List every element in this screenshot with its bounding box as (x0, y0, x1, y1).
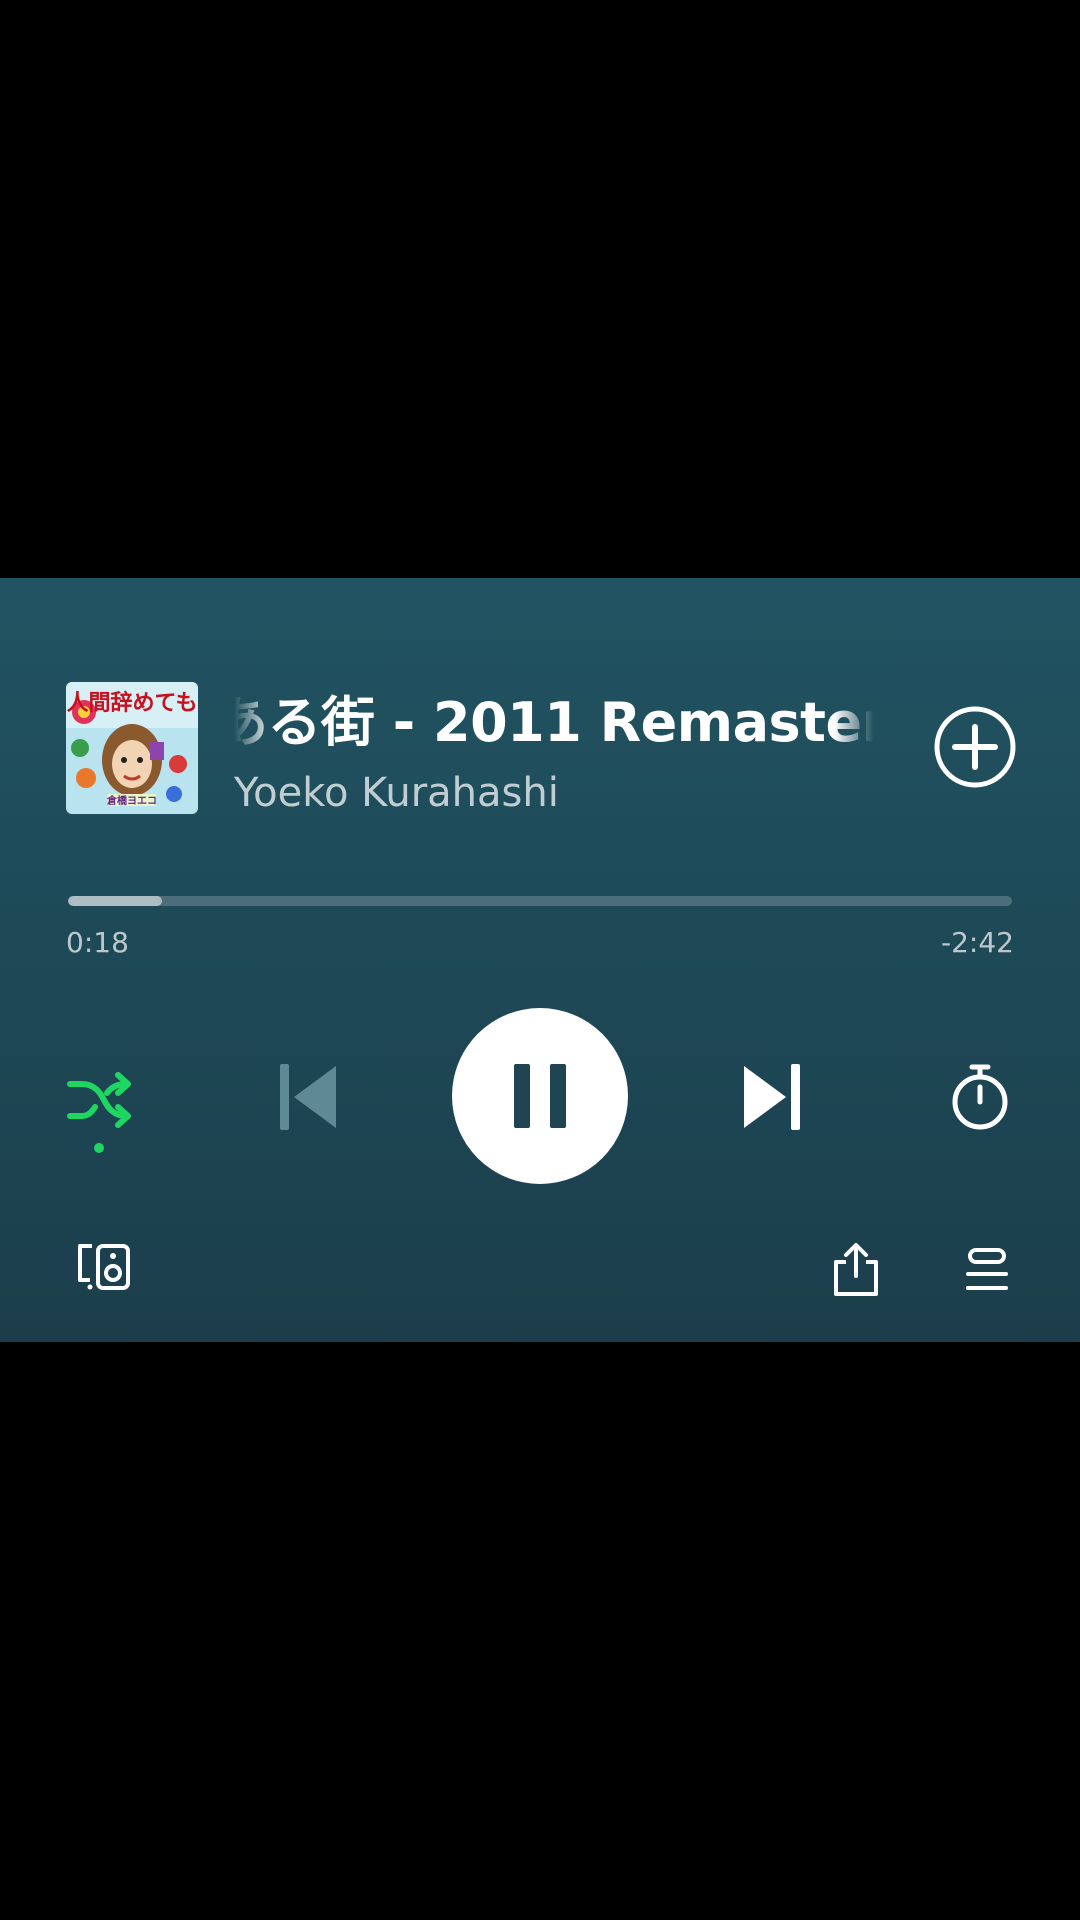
previous-track-button[interactable] (276, 1062, 340, 1132)
progress-bar-fill (68, 896, 163, 906)
shuffle-button[interactable] (66, 1066, 136, 1158)
skip-previous-icon (280, 1064, 336, 1130)
connect-device-button[interactable] (76, 1242, 132, 1292)
connect-device-icon (78, 1244, 130, 1290)
track-title-marquee[interactable]: ある街 - 2011 Remastered (234, 674, 874, 746)
album-art[interactable]: 人間辞めても 倉橋ヨエコ (66, 682, 198, 814)
track-artist[interactable]: Yoeko Kurahashi (234, 770, 559, 816)
shuffle-icon (67, 1072, 131, 1153)
pause-button[interactable] (452, 1008, 628, 1184)
album-art-image: 人間辞めても 倉橋ヨエコ (66, 682, 198, 814)
shuffle-active-dot (94, 1143, 104, 1153)
next-track-button[interactable] (740, 1062, 804, 1132)
skip-next-icon (744, 1064, 800, 1130)
track-title: ある街 - 2011 Remastered (234, 691, 874, 746)
share-button[interactable] (832, 1242, 880, 1298)
add-icon (934, 706, 1016, 788)
album-art-title: 人間辞めても (67, 690, 198, 716)
remaining-time: -2:42 (941, 926, 1014, 959)
queue-icon (966, 1248, 1008, 1290)
now-playing-panel: 人間辞めても 倉橋ヨエコ ある街 - 2011 Remastered Yoeko… (0, 578, 1080, 1342)
progress-bar[interactable] (68, 896, 1012, 906)
queue-button[interactable] (966, 1248, 1008, 1292)
album-art-artist: 倉橋ヨエコ (106, 794, 157, 807)
add-to-library-button[interactable] (932, 704, 1018, 790)
sleep-timer-button[interactable] (950, 1062, 1010, 1132)
share-icon (834, 1243, 878, 1296)
pause-icon (514, 1064, 566, 1128)
elapsed-time: 0:18 (66, 926, 129, 959)
sleep-timer-icon (952, 1064, 1008, 1130)
